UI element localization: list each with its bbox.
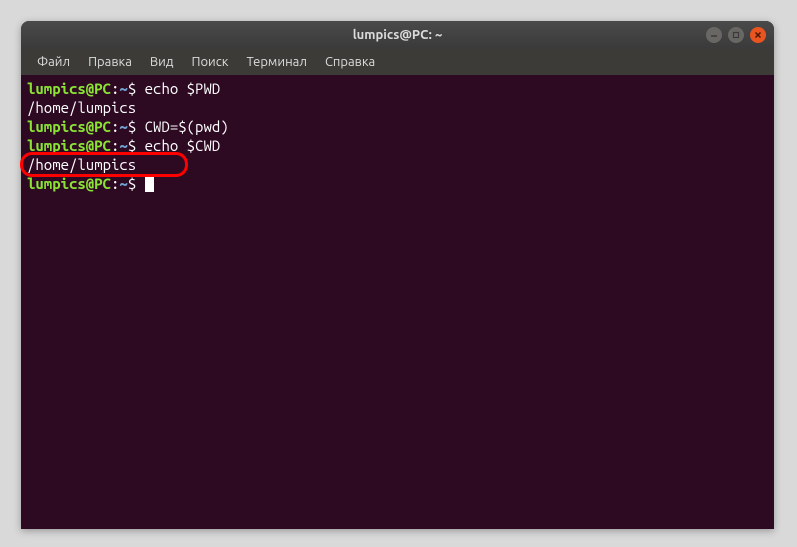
terminal-window: lumpics@PC: ~ Файл Правка Вид Поиск Терм… <box>21 21 774 529</box>
prompt-user: lumpics@PC <box>27 175 111 192</box>
prompt-path: ~ <box>119 118 127 135</box>
terminal-content[interactable]: lumpics@PC:~$ echo $PWD /home/lumpics lu… <box>21 75 774 198</box>
output-text: /home/lumpics <box>27 99 136 116</box>
command-text <box>136 175 144 192</box>
terminal-output: /home/lumpics <box>27 98 768 117</box>
command-text <box>136 80 144 97</box>
menu-view[interactable]: Вид <box>142 52 182 72</box>
titlebar[interactable]: lumpics@PC: ~ <box>21 21 774 49</box>
prompt-dollar: $ <box>128 80 136 97</box>
terminal-line: lumpics@PC:~$ <box>27 174 768 194</box>
terminal-line: lumpics@PC:~$ CWD=$(pwd) <box>27 117 768 136</box>
output-text: /home/lumpics <box>27 156 136 173</box>
menu-search[interactable]: Поиск <box>183 52 236 72</box>
command-text: echo $PWD <box>145 80 221 97</box>
prompt-user: lumpics@PC <box>27 80 111 97</box>
terminal-line: lumpics@PC:~$ echo $PWD <box>27 79 768 98</box>
prompt-user: lumpics@PC <box>27 118 111 135</box>
terminal-output: /home/lumpics <box>27 155 768 174</box>
window-controls <box>706 27 766 43</box>
terminal-line: lumpics@PC:~$ echo $CWD <box>27 136 768 155</box>
menu-terminal[interactable]: Терминал <box>238 52 314 72</box>
menubar: Файл Правка Вид Поиск Терминал Справка <box>21 49 774 75</box>
minimize-button[interactable] <box>706 27 722 43</box>
prompt-dollar: $ <box>128 175 136 192</box>
command-text <box>136 137 144 154</box>
window-title: lumpics@PC: ~ <box>353 28 443 42</box>
close-button[interactable] <box>750 27 766 43</box>
prompt-path: ~ <box>119 175 127 192</box>
command-text: CWD=$(pwd) <box>145 118 229 135</box>
command-text <box>136 118 144 135</box>
prompt-dollar: $ <box>128 137 136 154</box>
prompt-path: ~ <box>119 80 127 97</box>
prompt-dollar: $ <box>128 118 136 135</box>
menu-file[interactable]: Файл <box>29 52 78 72</box>
menu-help[interactable]: Справка <box>317 52 383 72</box>
menu-edit[interactable]: Правка <box>80 52 140 72</box>
prompt-path: ~ <box>119 137 127 154</box>
prompt-user: lumpics@PC <box>27 137 111 154</box>
command-text: echo $CWD <box>145 137 221 154</box>
maximize-button[interactable] <box>728 27 744 43</box>
cursor-icon <box>145 176 154 192</box>
